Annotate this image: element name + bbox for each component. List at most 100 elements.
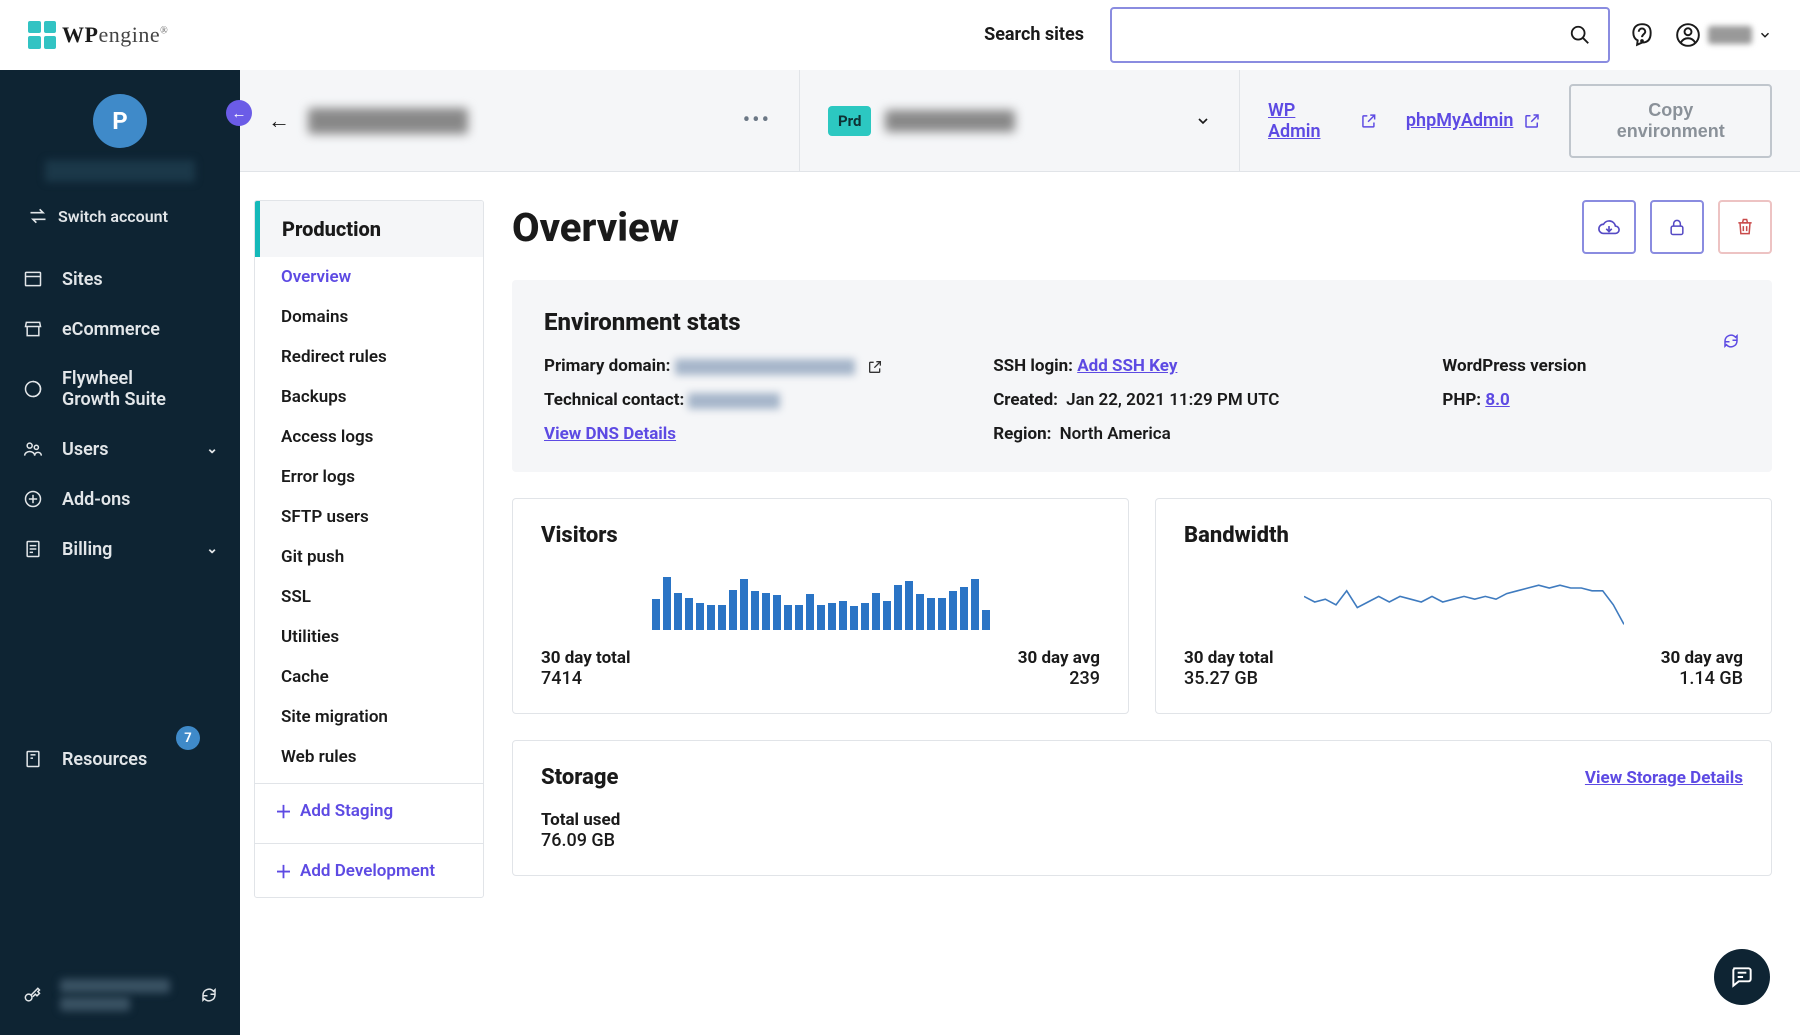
user-icon: [1674, 21, 1702, 49]
bandwidth-card: Bandwidth 30 day total35.27 GB 30 day av…: [1155, 498, 1772, 714]
subnav-item-backups[interactable]: Backups: [255, 377, 483, 417]
delete-button[interactable]: [1718, 200, 1772, 254]
back-button[interactable]: ←: [268, 108, 290, 134]
add-ssh-key-link[interactable]: Add SSH Key: [1077, 356, 1177, 376]
phpmyadmin-link[interactable]: phpMyAdmin: [1406, 110, 1542, 131]
environment-selector[interactable]: Prd: [800, 70, 1240, 171]
sidebar-item-resources[interactable]: 7 Resources: [0, 734, 240, 784]
refresh-stats-icon[interactable]: [1722, 332, 1740, 350]
add-development-button[interactable]: ＋Add Development: [255, 844, 483, 897]
plus-icon: ＋: [275, 858, 292, 883]
site-more-menu[interactable]: •••: [743, 108, 771, 133]
external-link-icon: [1360, 112, 1378, 130]
technical-contact-label: Technical contact:: [544, 390, 684, 410]
flywheel-icon: [22, 378, 44, 400]
user-menu[interactable]: [1674, 21, 1772, 49]
subnav-item-domains[interactable]: Domains: [255, 297, 483, 337]
add-staging-button[interactable]: ＋Add Staging: [255, 784, 483, 837]
users-icon: [22, 438, 44, 460]
bandwidth-avg-value: 1.14 GB: [1661, 668, 1743, 689]
sidebar-item-billing[interactable]: Billing ⌄: [0, 524, 240, 574]
php-label: PHP:: [1442, 390, 1481, 410]
technical-contact-value: [688, 393, 780, 409]
phpmyadmin-label: phpMyAdmin: [1406, 110, 1514, 131]
subnav: Production OverviewDomainsRedirect rules…: [254, 200, 484, 1007]
region-label: Region:: [993, 424, 1051, 444]
storage-total-label: Total used: [541, 810, 1743, 830]
breadcrumb-bar: ← ••• Prd WP Admin phpMyAdmin Copy envir…: [240, 70, 1800, 172]
user-name: [1708, 26, 1752, 44]
chevron-down-icon: [1195, 113, 1211, 129]
chevron-down-icon: ⌄: [206, 541, 218, 557]
subnav-item-ssl[interactable]: SSL: [255, 577, 483, 617]
php-version-link[interactable]: 8.0: [1485, 390, 1509, 410]
support-pin[interactable]: [22, 979, 218, 1011]
sidebar-item-label: Add-ons: [62, 489, 130, 510]
ssh-login-label: SSH login:: [993, 356, 1073, 376]
subnav-heading: Production: [255, 201, 483, 257]
store-icon: [22, 318, 44, 340]
switch-account-label: Switch account: [58, 207, 168, 226]
wp-version-label: WordPress version: [1442, 356, 1586, 376]
primary-domain-value: [675, 359, 855, 375]
plus-icon: ＋: [275, 798, 292, 823]
view-dns-details-link[interactable]: View DNS Details: [544, 424, 676, 444]
download-backup-button[interactable]: [1582, 200, 1636, 254]
help-icon[interactable]: [1628, 21, 1656, 49]
visitors-title: Visitors: [541, 523, 1100, 548]
subnav-item-access-logs[interactable]: Access logs: [255, 417, 483, 457]
bandwidth-total-label: 30 day total: [1184, 648, 1274, 668]
env-pill-prd: Prd: [828, 106, 871, 136]
wp-admin-label: WP Admin: [1268, 100, 1350, 142]
primary-domain-label: Primary domain:: [544, 356, 670, 376]
logo-text: WPengine®: [62, 22, 168, 48]
refresh-pin-icon[interactable]: [200, 986, 218, 1004]
account-name: [45, 160, 195, 182]
visitors-total-label: 30 day total: [541, 648, 631, 668]
sidebar-item-label: Flywheel Growth Suite: [62, 368, 166, 410]
account-avatar[interactable]: P: [93, 94, 147, 148]
subnav-item-web-rules[interactable]: Web rules: [255, 737, 483, 777]
open-domain-icon[interactable]: [867, 359, 883, 375]
chevron-down-icon: [1758, 28, 1772, 42]
external-link-icon: [1523, 112, 1541, 130]
book-icon: [22, 748, 44, 770]
sidebar-item-users[interactable]: Users ⌄: [0, 424, 240, 474]
subnav-item-error-logs[interactable]: Error logs: [255, 457, 483, 497]
subnav-item-cache[interactable]: Cache: [255, 657, 483, 697]
storage-card: Storage View Storage Details Total used …: [512, 740, 1772, 876]
sidebar-item-label: Billing: [62, 539, 112, 560]
visitors-avg-value: 239: [1018, 668, 1100, 689]
subnav-item-sftp-users[interactable]: SFTP users: [255, 497, 483, 537]
switch-icon: [28, 206, 48, 226]
created-label: Created:: [993, 390, 1058, 410]
created-value: Jan 22, 2021 11:29 PM UTC: [1066, 390, 1279, 410]
logo[interactable]: WPengine®: [28, 21, 168, 49]
wp-admin-link[interactable]: WP Admin: [1268, 100, 1378, 142]
search-icon[interactable]: [1566, 21, 1594, 49]
visitors-total-value: 7414: [541, 668, 631, 689]
sidebar-item-ecommerce[interactable]: eCommerce: [0, 304, 240, 354]
storage-total-value: 76.09 GB: [541, 830, 1743, 851]
invoice-icon: [22, 538, 44, 560]
switch-account[interactable]: Switch account: [0, 196, 240, 236]
search-input[interactable]: [1126, 26, 1566, 44]
subnav-item-utilities[interactable]: Utilities: [255, 617, 483, 657]
subnav-item-site-migration[interactable]: Site migration: [255, 697, 483, 737]
subnav-item-overview[interactable]: Overview: [255, 257, 483, 297]
search-label: Search sites: [984, 24, 1084, 45]
view-storage-details-link[interactable]: View Storage Details: [1585, 768, 1743, 788]
sidebar-item-sites[interactable]: Sites: [0, 254, 240, 304]
key-icon: [22, 985, 42, 1005]
sidebar-item-flywheel[interactable]: Flywheel Growth Suite: [0, 354, 240, 424]
collapse-sidebar-button[interactable]: ←: [226, 100, 252, 126]
subnav-item-redirect-rules[interactable]: Redirect rules: [255, 337, 483, 377]
subnav-item-git-push[interactable]: Git push: [255, 537, 483, 577]
search-box[interactable]: [1110, 7, 1610, 63]
lock-button[interactable]: [1650, 200, 1704, 254]
visitors-card: Visitors 30 day total7414 30 day avg239: [512, 498, 1129, 714]
copy-environment-button[interactable]: Copy environment: [1569, 84, 1772, 158]
sidebar-item-label: Users: [62, 439, 109, 460]
sidebar-item-addons[interactable]: Add-ons: [0, 474, 240, 524]
chat-fab[interactable]: [1714, 949, 1770, 1005]
